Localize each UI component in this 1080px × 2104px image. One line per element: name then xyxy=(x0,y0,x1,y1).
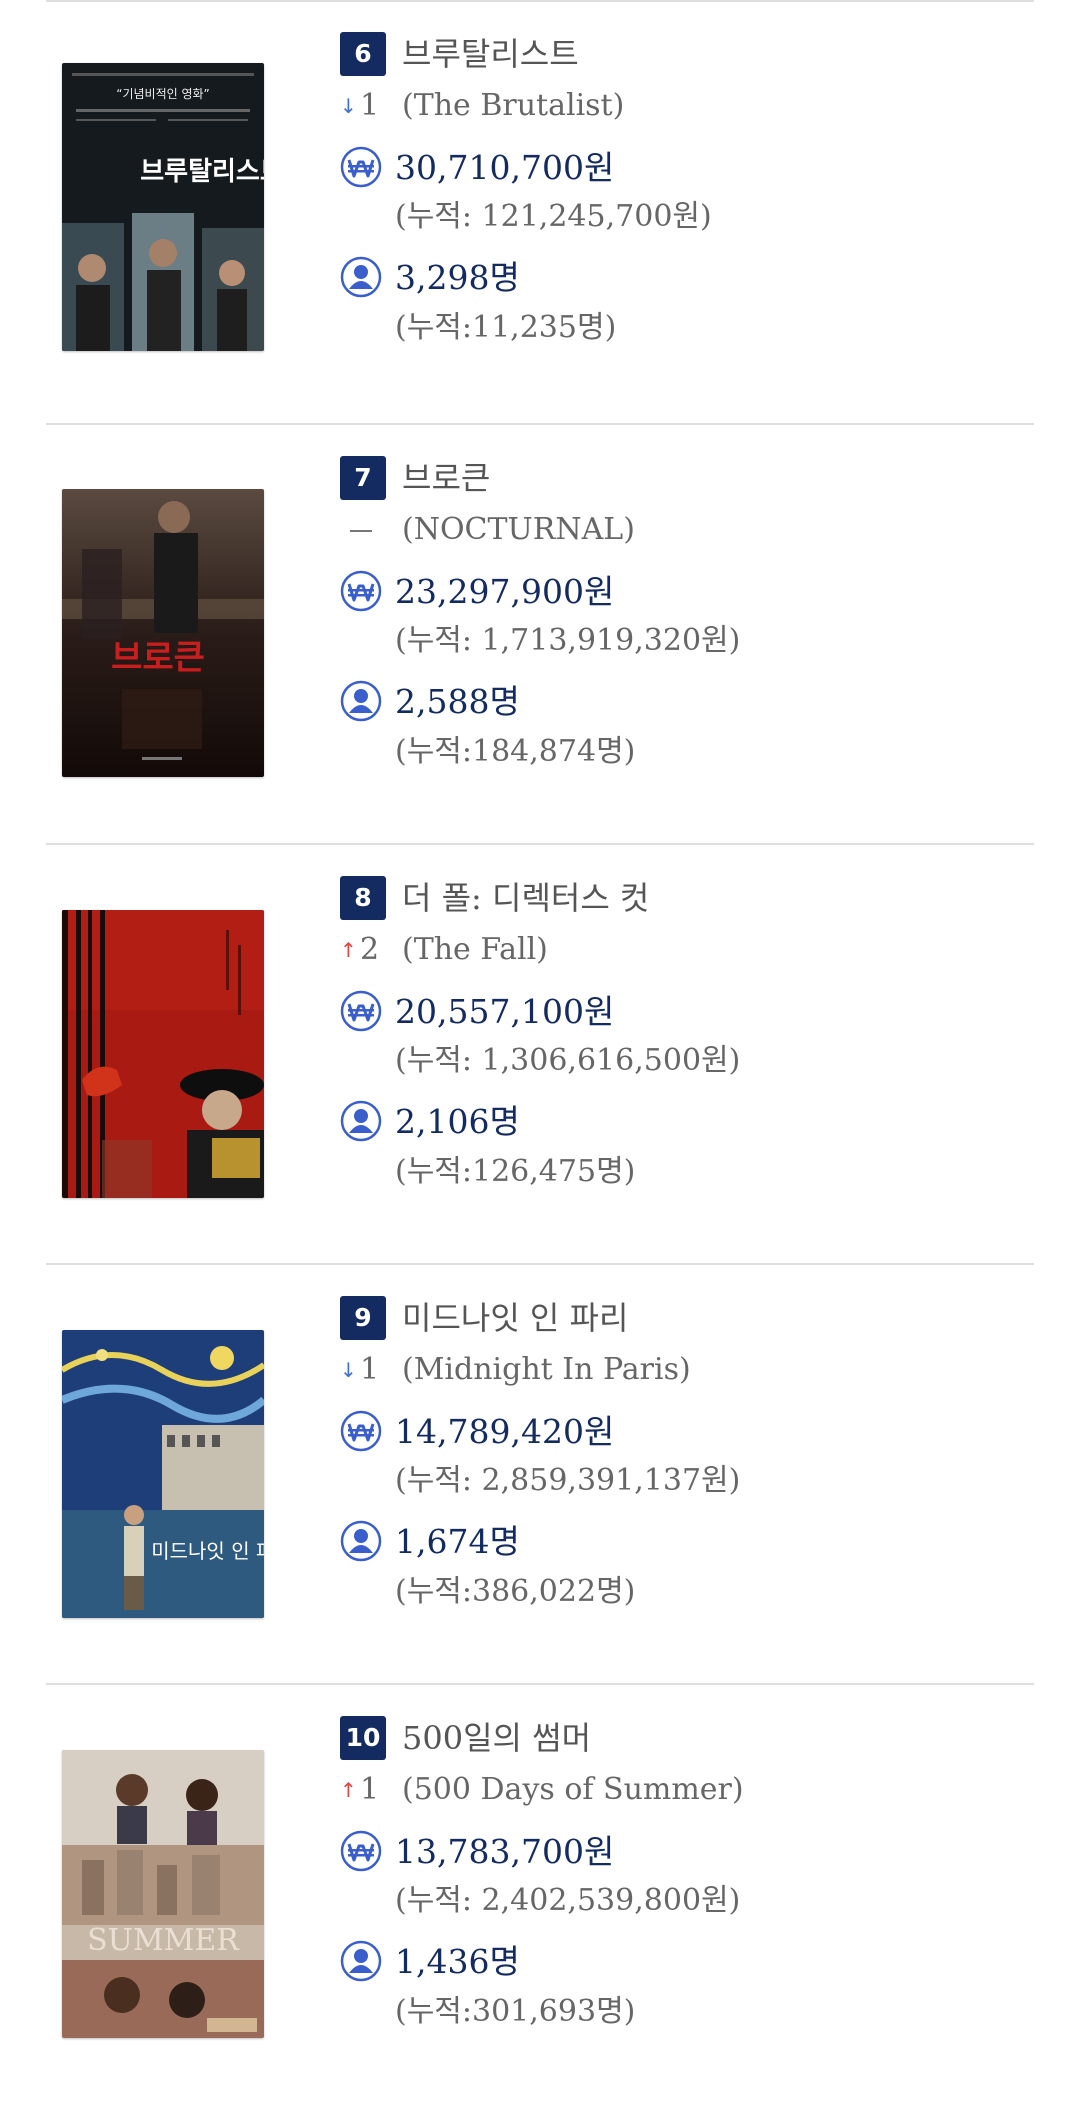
audience-cumulative: (누적:184,874명) xyxy=(395,734,636,769)
movie-item-8[interactable]: 8 더 폴: 디렉터스 컷 ↑ 2 (The Fall) 20,557,100원 … xyxy=(0,844,1080,1264)
won-coin-icon xyxy=(340,570,382,612)
rank-change: ↑ 1 xyxy=(340,1770,379,1810)
audience-cumulative: (누적:126,475명) xyxy=(395,1154,636,1189)
arrow-down-icon: ↓ xyxy=(340,94,357,118)
movie-item-6[interactable]: “기념비적인 영화” 브루탈리스트 6 브루탈리스트 ↓1 (The Bruta… xyxy=(0,0,1080,420)
poster-500-days-of-summer-image: SUMMER xyxy=(62,1750,264,2038)
audience: 3,298명 xyxy=(395,258,520,297)
arrow-up-icon: ↑ xyxy=(340,1778,357,1802)
audience: 2,106명 xyxy=(395,1102,520,1141)
original-title: (NOCTURNAL) xyxy=(402,512,635,547)
original-title: (The Fall) xyxy=(402,932,548,967)
audience-cumulative: (누적:386,022명) xyxy=(395,1574,636,1609)
poster-title: 브로큰 xyxy=(111,638,205,678)
person-icon xyxy=(340,1520,382,1562)
rank-change-number: 1 xyxy=(360,88,380,123)
won-coin-icon xyxy=(340,990,382,1032)
person-icon xyxy=(340,1100,382,1142)
movie-poster[interactable]: “기념비적인 영화” 브루탈리스트 xyxy=(62,63,264,351)
rank-change: ↑ 2 xyxy=(340,930,379,970)
revenue: 30,710,700원 xyxy=(395,148,615,187)
revenue-cumulative: (누적: 1,713,919,320원) xyxy=(395,623,741,658)
original-title: (The Brutalist) xyxy=(402,88,625,123)
rank-change-number: 1 xyxy=(360,1352,380,1387)
movie-item-7[interactable]: 브로큰 7 브로큰 (NOCTURNAL) 23,297,900원 (누적: 1… xyxy=(0,424,1080,844)
poster-title: 브루탈리스트 xyxy=(140,157,264,187)
poster-title: 미드나잇 인 파리 xyxy=(151,1539,264,1563)
rank-change-number: 2 xyxy=(360,932,380,967)
poster-brutalist-image: “기념비적인 영화” 브루탈리스트 xyxy=(62,63,264,351)
movie-item-10[interactable]: SUMMER 10 500일의 썸머 ↑ 1 (500 Days of Summe… xyxy=(0,1684,1080,2104)
arrow-up-icon: ↑ xyxy=(340,938,357,962)
poster-the-fall-image xyxy=(62,910,264,1198)
person-icon xyxy=(340,680,382,722)
rank-badge: 6 xyxy=(340,32,386,76)
revenue-cumulative: (누적: 121,245,700원) xyxy=(395,199,712,234)
poster-tagline: “기념비적인 영화” xyxy=(116,87,210,101)
rank-change-number: 1 xyxy=(360,1772,380,1807)
revenue-cumulative: (누적: 2,402,539,800원) xyxy=(395,1883,741,1918)
movie-title[interactable]: 500일의 썸머 xyxy=(402,1716,591,1760)
box-office-list: “기념비적인 영화” 브루탈리스트 6 브루탈리스트 ↓1 (The Bruta… xyxy=(0,0,1080,2090)
movie-title[interactable]: 브로큰 xyxy=(402,456,490,500)
movie-title[interactable]: 브루탈리스트 xyxy=(402,32,579,76)
rank-badge: 9 xyxy=(340,1296,386,1340)
movie-item-9[interactable]: 미드나잇 인 파리 9 미드나잇 인 파리 ↓1 (Midnight In Pa… xyxy=(0,1264,1080,1684)
rank-badge: 10 xyxy=(340,1716,386,1760)
audience: 1,436명 xyxy=(395,1942,520,1981)
revenue-cumulative: (누적: 1,306,616,500원) xyxy=(395,1043,741,1078)
rank-badge: 8 xyxy=(340,876,386,920)
poster-broken-image: 브로큰 xyxy=(62,489,264,777)
audience: 2,588명 xyxy=(395,682,520,721)
rank-badge: 7 xyxy=(340,456,386,500)
rank-change xyxy=(340,510,372,550)
audience: 1,674명 xyxy=(395,1522,520,1561)
arrow-down-icon: ↓ xyxy=(340,1358,357,1382)
audience-cumulative: (누적:11,235명) xyxy=(395,310,617,345)
movie-title[interactable]: 미드나잇 인 파리 xyxy=(402,1296,628,1340)
poster-title: SUMMER xyxy=(87,1923,240,1958)
revenue: 14,789,420원 xyxy=(395,1412,615,1451)
original-title: (500 Days of Summer) xyxy=(402,1772,744,1807)
revenue: 20,557,100원 xyxy=(395,992,615,1031)
rank-change: ↓ 1 xyxy=(340,86,379,126)
original-title: (Midnight In Paris) xyxy=(402,1352,691,1387)
audience-cumulative: (누적:301,693명) xyxy=(395,1994,636,2029)
movie-poster[interactable]: 브로큰 xyxy=(62,489,264,777)
movie-poster[interactable]: SUMMER xyxy=(62,1750,264,2038)
won-coin-icon xyxy=(340,146,382,188)
revenue: 13,783,700원 xyxy=(395,1832,615,1871)
movie-title[interactable]: 더 폴: 디렉터스 컷 xyxy=(402,876,649,920)
movie-poster[interactable] xyxy=(62,910,264,1198)
poster-midnight-in-paris-image: 미드나잇 인 파리 xyxy=(62,1330,264,1618)
won-coin-icon xyxy=(340,1410,382,1452)
won-coin-icon xyxy=(340,1830,382,1872)
person-icon xyxy=(340,1940,382,1982)
revenue: 23,297,900원 xyxy=(395,572,615,611)
movie-poster[interactable]: 미드나잇 인 파리 xyxy=(62,1330,264,1618)
rank-change: ↓ 1 xyxy=(340,1350,379,1390)
dash-icon xyxy=(350,530,372,532)
person-icon xyxy=(340,256,382,298)
revenue-cumulative: (누적: 2,859,391,137원) xyxy=(395,1463,741,1498)
